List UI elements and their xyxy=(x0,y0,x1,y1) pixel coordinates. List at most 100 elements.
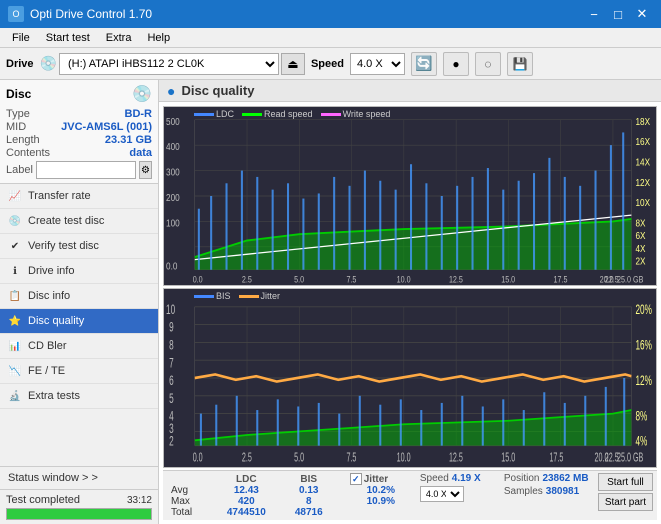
start-part-button[interactable]: Start part xyxy=(598,493,653,511)
svg-text:25.0 GB: 25.0 GB xyxy=(617,275,643,285)
sidebar-item-fe-te[interactable]: 📉 FE / TE xyxy=(0,359,158,384)
svg-text:12X: 12X xyxy=(636,177,651,188)
position-value: 23862 MB xyxy=(542,473,588,484)
type-label: Type xyxy=(6,108,30,120)
menu-file[interactable]: File xyxy=(4,30,38,46)
svg-text:2.5: 2.5 xyxy=(242,275,252,285)
avg-label: Avg xyxy=(167,485,211,496)
menu-start-test[interactable]: Start test xyxy=(38,30,98,46)
sidebar-item-disc-info[interactable]: 📋 Disc info xyxy=(0,284,158,309)
sidebar-bottom: Status window > > Test completed 33:12 xyxy=(0,466,158,524)
fe-te-icon: 📉 xyxy=(8,364,22,378)
ldc-header: LDC xyxy=(211,473,282,485)
menu-help[interactable]: Help xyxy=(139,30,178,46)
speed-select[interactable]: 4.0 X xyxy=(350,53,405,75)
chart2: BIS Jitter xyxy=(163,288,657,468)
sidebar-item-extra-tests[interactable]: 🔬 Extra tests xyxy=(0,384,158,409)
status-time: 33:12 xyxy=(127,495,152,506)
speed-section: Speed 4.19 X 4.0 X xyxy=(420,473,500,502)
sidebar-item-verify-test-disc[interactable]: ✔ Verify test disc xyxy=(0,234,158,259)
max-jitter: 10.9% xyxy=(346,496,416,507)
samples-label: Samples xyxy=(504,486,543,497)
stats-total-row: Total 4744510 48716 xyxy=(167,507,416,518)
mid-label: MID xyxy=(6,121,26,133)
avg-jitter: 10.2% xyxy=(346,485,416,496)
svg-text:16X: 16X xyxy=(636,136,651,147)
progress-bar-fill xyxy=(7,509,151,519)
content-header: ● Disc quality xyxy=(159,80,661,102)
content-area: ● Disc quality LDC Read speed xyxy=(159,80,661,524)
stats-max-row: Max 420 8 10.9% xyxy=(167,496,416,507)
chart1-svg: 500 400 300 200 100 0.0 18X 16X 14X 12X … xyxy=(164,107,656,285)
speed-select-small[interactable]: 4.0 X xyxy=(420,486,464,502)
eject-button[interactable]: ⏏ xyxy=(281,53,305,75)
svg-text:500: 500 xyxy=(166,116,180,127)
contents-label: Contents xyxy=(6,147,50,159)
menu-bar: File Start test Extra Help xyxy=(0,28,661,48)
sidebar: Disc 💿 Type BD-R MID JVC-AMS6L (001) Len… xyxy=(0,80,159,524)
jitter-checkbox[interactable]: ✓ xyxy=(350,473,362,485)
svg-text:7.5: 7.5 xyxy=(346,275,356,285)
disc-info-label: Disc info xyxy=(28,290,70,302)
bis-label: BIS xyxy=(216,291,231,301)
content-header-icon: ● xyxy=(167,83,175,99)
transfer-rate-icon: 📈 xyxy=(8,189,22,203)
drive-info-icon: ℹ xyxy=(8,264,22,278)
chart1-legend: LDC Read speed Write speed xyxy=(194,109,390,119)
svg-text:100: 100 xyxy=(166,218,180,229)
svg-text:2X: 2X xyxy=(636,256,646,267)
label-input[interactable] xyxy=(36,161,136,179)
stats-avg-row: Avg 12.43 0.13 10.2% xyxy=(167,485,416,496)
sidebar-item-cd-bler[interactable]: 📊 CD Bler xyxy=(0,334,158,359)
erase-button[interactable]: ◌ xyxy=(475,52,501,76)
drive-info-label: Drive info xyxy=(28,265,74,277)
menu-extra[interactable]: Extra xyxy=(98,30,140,46)
jitter-header: ✓ Jitter xyxy=(346,473,416,485)
cd-bler-icon: 📊 xyxy=(8,339,22,353)
svg-text:18X: 18X xyxy=(636,116,651,127)
type-value: BD-R xyxy=(125,108,153,120)
bis-color xyxy=(194,295,214,298)
svg-text:300: 300 xyxy=(166,167,180,178)
svg-text:25.0 GB: 25.0 GB xyxy=(617,452,643,465)
app-title: Opti Drive Control 1.70 xyxy=(30,7,152,21)
refresh-button[interactable]: 🔄 xyxy=(411,52,437,76)
total-bis: 48716 xyxy=(282,507,336,518)
record-button[interactable]: ● xyxy=(443,52,469,76)
position-section: Position 23862 MB Samples 380981 xyxy=(504,473,594,497)
svg-text:6: 6 xyxy=(169,373,174,389)
svg-text:5.0: 5.0 xyxy=(294,275,304,285)
save-button[interactable]: 💾 xyxy=(507,52,533,76)
svg-text:0.0: 0.0 xyxy=(166,261,177,272)
length-value: 23.31 GB xyxy=(105,134,152,146)
length-label: Length xyxy=(6,134,40,146)
svg-text:17.5: 17.5 xyxy=(549,452,563,465)
maximize-button[interactable]: □ xyxy=(607,5,629,23)
avg-bis: 0.13 xyxy=(282,485,336,496)
label-edit-button[interactable]: ⚙ xyxy=(139,161,152,179)
jitter-color xyxy=(239,295,259,298)
mid-value: JVC-AMS6L (001) xyxy=(61,121,152,133)
sidebar-item-drive-info[interactable]: ℹ Drive info xyxy=(0,259,158,284)
minimize-button[interactable]: − xyxy=(583,5,605,23)
nav-items: 📈 Transfer rate 💿 Create test disc ✔ Ver… xyxy=(0,184,158,466)
max-bis: 8 xyxy=(282,496,336,507)
action-buttons: Start full Start part xyxy=(598,473,653,511)
sidebar-item-disc-quality[interactable]: ⭐ Disc quality xyxy=(0,309,158,334)
svg-text:7.5: 7.5 xyxy=(346,452,356,465)
cd-bler-label: CD Bler xyxy=(28,340,67,352)
start-full-button[interactable]: Start full xyxy=(598,473,653,491)
svg-text:0.0: 0.0 xyxy=(193,452,203,465)
svg-text:5.0: 5.0 xyxy=(294,452,304,465)
extra-tests-label: Extra tests xyxy=(28,390,80,402)
sidebar-item-create-test-disc[interactable]: 💿 Create test disc xyxy=(0,209,158,234)
disc-quality-label: Disc quality xyxy=(28,315,84,327)
close-button[interactable]: ✕ xyxy=(631,5,653,23)
svg-text:8: 8 xyxy=(169,337,174,353)
transfer-rate-label: Transfer rate xyxy=(28,190,91,202)
status-window-button[interactable]: Status window > > xyxy=(0,466,158,489)
svg-text:12.5: 12.5 xyxy=(449,452,463,465)
drive-select[interactable]: (H:) ATAPI iHBS112 2 CL0K xyxy=(59,53,279,75)
total-label: Total xyxy=(167,507,211,518)
sidebar-item-transfer-rate[interactable]: 📈 Transfer rate xyxy=(0,184,158,209)
